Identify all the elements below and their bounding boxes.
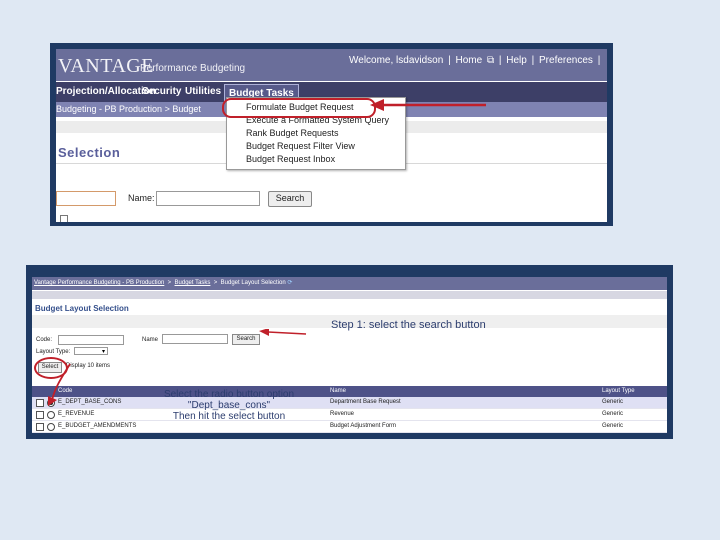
checkbox[interactable] (60, 215, 68, 222)
welcome-text: Welcome, lsdavidson (349, 55, 444, 66)
toolbar-band (32, 291, 667, 299)
separator: | (597, 55, 601, 66)
screenshot-1-content: VANTAGE Performance Budgeting Welcome, l… (56, 49, 607, 222)
screenshot-budget-tasks-menu: VANTAGE Performance Budgeting Welcome, l… (50, 43, 613, 226)
menu-utilities[interactable]: Utilities (185, 86, 221, 97)
page-title: Selection (58, 145, 121, 160)
results-table-header: Code Name Layout Type (32, 386, 667, 397)
row-radio-button[interactable] (47, 411, 55, 419)
separator: | (448, 55, 451, 66)
preferences-link[interactable]: Preferences (539, 55, 593, 66)
row-radio-button[interactable] (47, 423, 55, 431)
refresh-icon[interactable]: ⟳ (287, 280, 292, 286)
header-links: Welcome, lsdavidson | Home ⧉ | Help | Pr… (349, 55, 602, 66)
instruction-line: Select the radio button option (163, 389, 295, 400)
code-input[interactable] (56, 191, 116, 206)
document-icon (36, 411, 44, 419)
name-input[interactable] (162, 334, 228, 344)
red-curved-arrow-icon (48, 363, 71, 406)
home-link[interactable]: Home (455, 55, 482, 66)
table-row[interactable]: E_REVENUE Revenue Generic (32, 409, 667, 421)
row-layout-type: Generic (602, 411, 624, 417)
row-name: Revenue (330, 411, 355, 417)
separator: | (531, 55, 535, 66)
row-code: E_BUDGET_AMENDMENTS (58, 423, 137, 429)
page-title: Budget Layout Selection (35, 304, 129, 313)
breadcrumb-separator: > (167, 280, 172, 286)
instruction-line: Then hit the select button (172, 411, 286, 422)
row-layout-type: Generic (602, 399, 624, 405)
row-name: Budget Adjustment Form (330, 423, 397, 429)
document-icon (36, 423, 44, 431)
breadcrumb-budget-tasks[interactable]: Budget Tasks (175, 280, 211, 286)
red-highlight-oval (222, 98, 376, 118)
instruction-line: "Dept_base_cons" (187, 400, 271, 411)
screenshot-budget-layout-selection: Vantage Performance Budgeting - PB Produ… (26, 265, 673, 439)
row-layout-type: Generic (602, 423, 624, 429)
layout-type-select[interactable]: ▾ (74, 347, 108, 355)
layout-type-label: Layout Type: (36, 349, 71, 355)
screenshot-2-content: Vantage Performance Budgeting - PB Produ… (32, 277, 667, 433)
name-label: Name: (128, 193, 155, 203)
code-input[interactable] (58, 335, 124, 345)
instruction-annotation: Select the radio button option "Dept_bas… (144, 389, 314, 422)
search-button[interactable]: Search (268, 191, 312, 207)
red-arrow-icon (370, 99, 486, 111)
separator: | (498, 55, 502, 66)
search-button[interactable]: Search (232, 334, 260, 345)
name-input[interactable] (156, 191, 260, 206)
row-code: E_REVENUE (58, 411, 95, 417)
menu-projection-allocation[interactable]: Projection/Allocation (56, 86, 156, 97)
table-row[interactable]: E_BUDGET_AMENDMENTS Budget Adjustment Fo… (32, 421, 667, 433)
menu-item-budget-request-inbox[interactable]: Budget Request Inbox (246, 154, 335, 164)
app-header: VANTAGE Performance Budgeting Welcome, l… (56, 49, 607, 81)
breadcrumb[interactable]: Budgeting - PB Production > Budget (56, 104, 201, 114)
table-row[interactable]: E_DEPT_BASE_CONS Department Base Request… (32, 397, 667, 409)
code-label: Code: (36, 337, 53, 343)
column-header-layout-type[interactable]: Layout Type (602, 388, 635, 394)
external-window-icon: ⧉ (486, 55, 495, 66)
name-label: Name (142, 337, 159, 343)
chevron-down-icon: ▾ (101, 349, 105, 355)
breadcrumb-bar: Vantage Performance Budgeting - PB Produ… (32, 277, 667, 290)
menu-security[interactable]: Security (142, 86, 181, 97)
step-1-annotation: Step 1: select the search button (331, 319, 486, 331)
breadcrumb-separator: > (213, 280, 218, 286)
menu-item-rank-budget-requests[interactable]: Rank Budget Requests (246, 128, 339, 138)
red-arrow-icon (259, 329, 307, 336)
breadcrumb-current: Budget Layout Selection (220, 280, 286, 286)
breadcrumb: Vantage Performance Budgeting - PB Produ… (34, 279, 292, 286)
menu-item-budget-request-filter-view[interactable]: Budget Request Filter View (246, 141, 355, 151)
help-link[interactable]: Help (506, 55, 527, 66)
product-name: Performance Budgeting (140, 63, 246, 74)
row-name: Department Base Request (330, 399, 401, 405)
column-header-name[interactable]: Name (330, 388, 346, 394)
breadcrumb-home[interactable]: Vantage Performance Budgeting - PB Produ… (34, 280, 164, 286)
